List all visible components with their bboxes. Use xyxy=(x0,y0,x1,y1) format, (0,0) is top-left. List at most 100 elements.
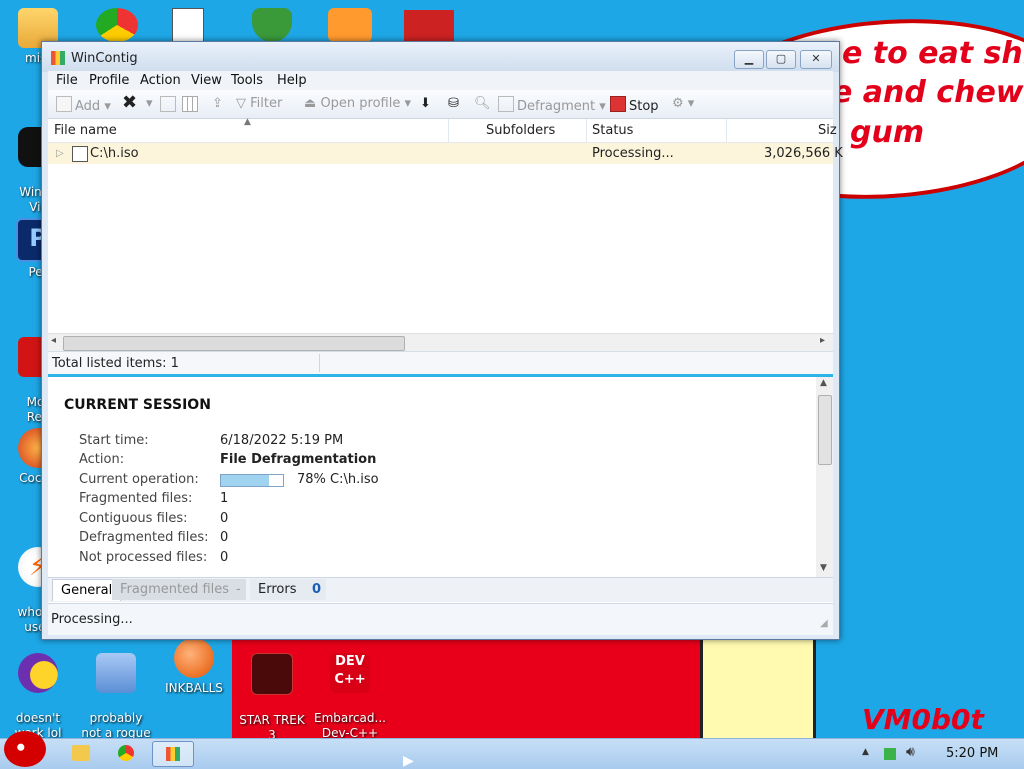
menu-action[interactable]: Action xyxy=(140,73,181,88)
taskbar-chrome-icon[interactable] xyxy=(118,745,134,761)
contiguous-files-label: Contiguous files: xyxy=(79,511,188,526)
remove-icon: ✖ xyxy=(122,92,138,113)
wallpaper-text-line-1: e to eat shit xyxy=(842,36,1024,71)
copy-button[interactable] xyxy=(160,96,179,114)
desktop-icon-label: probably not a rogue xyxy=(81,711,151,740)
column-size[interactable]: Siz xyxy=(818,123,837,138)
sort-ascending-icon: ▲ xyxy=(244,117,251,127)
chrome-desktop-icon[interactable] xyxy=(96,8,138,42)
tab-general[interactable]: General xyxy=(52,579,122,601)
scroll-left-icon[interactable]: ◂ xyxy=(51,335,56,346)
tab-errors-label: Errors xyxy=(258,582,297,597)
desktop-icon-rogue[interactable]: probably not a rogue xyxy=(78,638,154,741)
table-row[interactable]: ▷ C:\h.iso Processing... 3,026,566 K xyxy=(48,143,843,164)
maximize-button[interactable]: ▢ xyxy=(766,50,796,69)
open-profile-button[interactable]: ⏏ Open profile ▾ xyxy=(304,96,411,111)
scroll-right-icon[interactable]: ▸ xyxy=(820,335,825,346)
yahoo-icon xyxy=(18,653,58,693)
vertical-scroll-thumb[interactable] xyxy=(818,395,832,465)
menu-profile[interactable]: Profile xyxy=(89,73,129,88)
column-status[interactable]: Status xyxy=(592,123,633,138)
analyze-button[interactable]: ⬇ xyxy=(420,96,431,111)
up-button[interactable]: ⇪ xyxy=(212,96,223,111)
column-subfolders[interactable]: Subfolders xyxy=(486,123,555,138)
taskbar: ▶ ▲ 🔊︎ 5:20 PM xyxy=(0,731,1024,769)
toolbar: Add ▾ ✖ ▾ ⇪ ▽ Filter ⏏ Open profile ▾ ⬇ … xyxy=(48,90,833,119)
column-separator xyxy=(726,119,727,142)
action-value: File Defragmentation xyxy=(220,452,377,467)
filter-button[interactable]: ▽ Filter xyxy=(236,96,282,111)
logo-desktop-icon[interactable] xyxy=(404,10,454,42)
resize-grip-icon[interactable]: ◢ xyxy=(820,618,828,629)
remove-button[interactable]: ✖ xyxy=(122,92,137,113)
menu-tools[interactable]: Tools xyxy=(231,73,263,88)
tab-errors[interactable]: Errors 0 xyxy=(250,579,326,600)
menu-view[interactable]: View xyxy=(191,73,222,88)
minimize-icon: ▁ xyxy=(744,52,754,65)
starwars-icon xyxy=(251,653,293,695)
desktop-icon-inkballs[interactable]: INKBALLS xyxy=(156,638,232,696)
menu-help[interactable]: Help xyxy=(277,73,307,88)
defragment-button[interactable]: Defragment ▾ xyxy=(498,96,606,114)
search-button[interactable]: 🔍︎ xyxy=(474,96,491,111)
remove-dropdown[interactable]: ▾ xyxy=(146,96,153,111)
add-button[interactable]: Add ▾ xyxy=(56,96,111,114)
section-heading: CURRENT SESSION xyxy=(64,397,211,413)
column-separator xyxy=(448,119,449,142)
grid-button[interactable] xyxy=(182,96,201,114)
title-bar[interactable]: WinContig ▁ ▢ ✕ xyxy=(42,42,839,72)
desktop-icon-startrek[interactable]: STAR TREK 3 xyxy=(234,638,310,743)
dropdown-arrow-icon: ▾ xyxy=(599,99,606,114)
profile-icon: ⏏ xyxy=(304,96,317,111)
network-icon[interactable] xyxy=(884,748,896,760)
fragmented-files-value: 1 xyxy=(220,491,229,506)
dropdown-arrow-icon: ▾ xyxy=(146,96,153,111)
tab-fragmented-count: - xyxy=(236,582,241,597)
taskbar-wincontig-button[interactable] xyxy=(152,741,194,767)
close-button[interactable]: ✕ xyxy=(800,50,832,69)
drive-button[interactable]: ⛁ xyxy=(448,96,459,111)
operation-progress-bar xyxy=(220,474,284,487)
copy-icon xyxy=(160,96,176,112)
cards-desktop-icon[interactable] xyxy=(172,8,204,44)
wallpaper-text-line-3: gum xyxy=(850,115,925,150)
desktop-icon-devcpp[interactable]: DEV C++ Embarcad... Dev-C++ xyxy=(312,638,388,741)
tab-fragmented-files[interactable]: Fragmented files - xyxy=(112,579,246,600)
settings-button[interactable]: ⚙ ▾ xyxy=(672,96,694,111)
file-list-header: File name ▲ Subfolders Status Siz xyxy=(48,117,837,143)
progress-fill xyxy=(221,475,270,486)
show-hidden-icons-icon[interactable]: ▲ xyxy=(862,747,869,757)
vertical-scrollbar[interactable]: ▲ ▼ xyxy=(816,377,833,577)
menu-file[interactable]: File xyxy=(56,73,78,88)
desktop-icon-yahoo[interactable]: doesn't work lol xyxy=(0,638,76,741)
stop-button[interactable]: Stop xyxy=(610,96,659,114)
shield-desktop-icon[interactable] xyxy=(252,8,292,42)
start-button-angry-bird-icon[interactable] xyxy=(4,731,46,767)
fragmented-files-label: Fragmented files: xyxy=(79,491,193,506)
status-divider xyxy=(319,354,320,372)
scroll-up-icon[interactable]: ▲ xyxy=(820,378,827,388)
app-icon xyxy=(51,51,65,65)
volume-icon[interactable]: 🔊︎ xyxy=(906,744,915,760)
window-title: WinContig xyxy=(71,51,138,66)
dropdown-arrow-icon: ▾ xyxy=(404,96,412,111)
expand-arrow-icon[interactable]: ▷ xyxy=(56,148,64,159)
dropdown-arrow-icon: ▾ xyxy=(687,96,695,111)
clock[interactable]: 5:20 PM xyxy=(946,746,998,761)
minimize-button[interactable]: ▁ xyxy=(734,50,764,69)
scroll-down-icon[interactable]: ▼ xyxy=(820,563,827,573)
desktop-icon-label: Embarcad... Dev-C++ xyxy=(314,711,386,740)
column-file-name[interactable]: File name xyxy=(54,123,117,138)
horizontal-scroll-thumb[interactable] xyxy=(63,336,405,351)
wincontig-window: WinContig ▁ ▢ ✕ File Profile Action View… xyxy=(41,41,843,640)
tab-errors-count: 0 xyxy=(312,582,322,597)
file-name-cell: C:\h.iso xyxy=(90,146,139,161)
horizontal-scrollbar[interactable]: ◂ ▸ xyxy=(48,333,833,351)
defragment-label: Defragment xyxy=(517,99,596,114)
taskbar-explorer-icon[interactable] xyxy=(72,745,90,761)
mouse-cursor-icon: ▶ xyxy=(403,753,414,769)
open-profile-label: Open profile xyxy=(320,96,401,111)
pig-desktop-icon[interactable] xyxy=(328,8,372,42)
not-processed-files-label: Not processed files: xyxy=(79,550,208,565)
action-label: Action: xyxy=(79,452,125,467)
